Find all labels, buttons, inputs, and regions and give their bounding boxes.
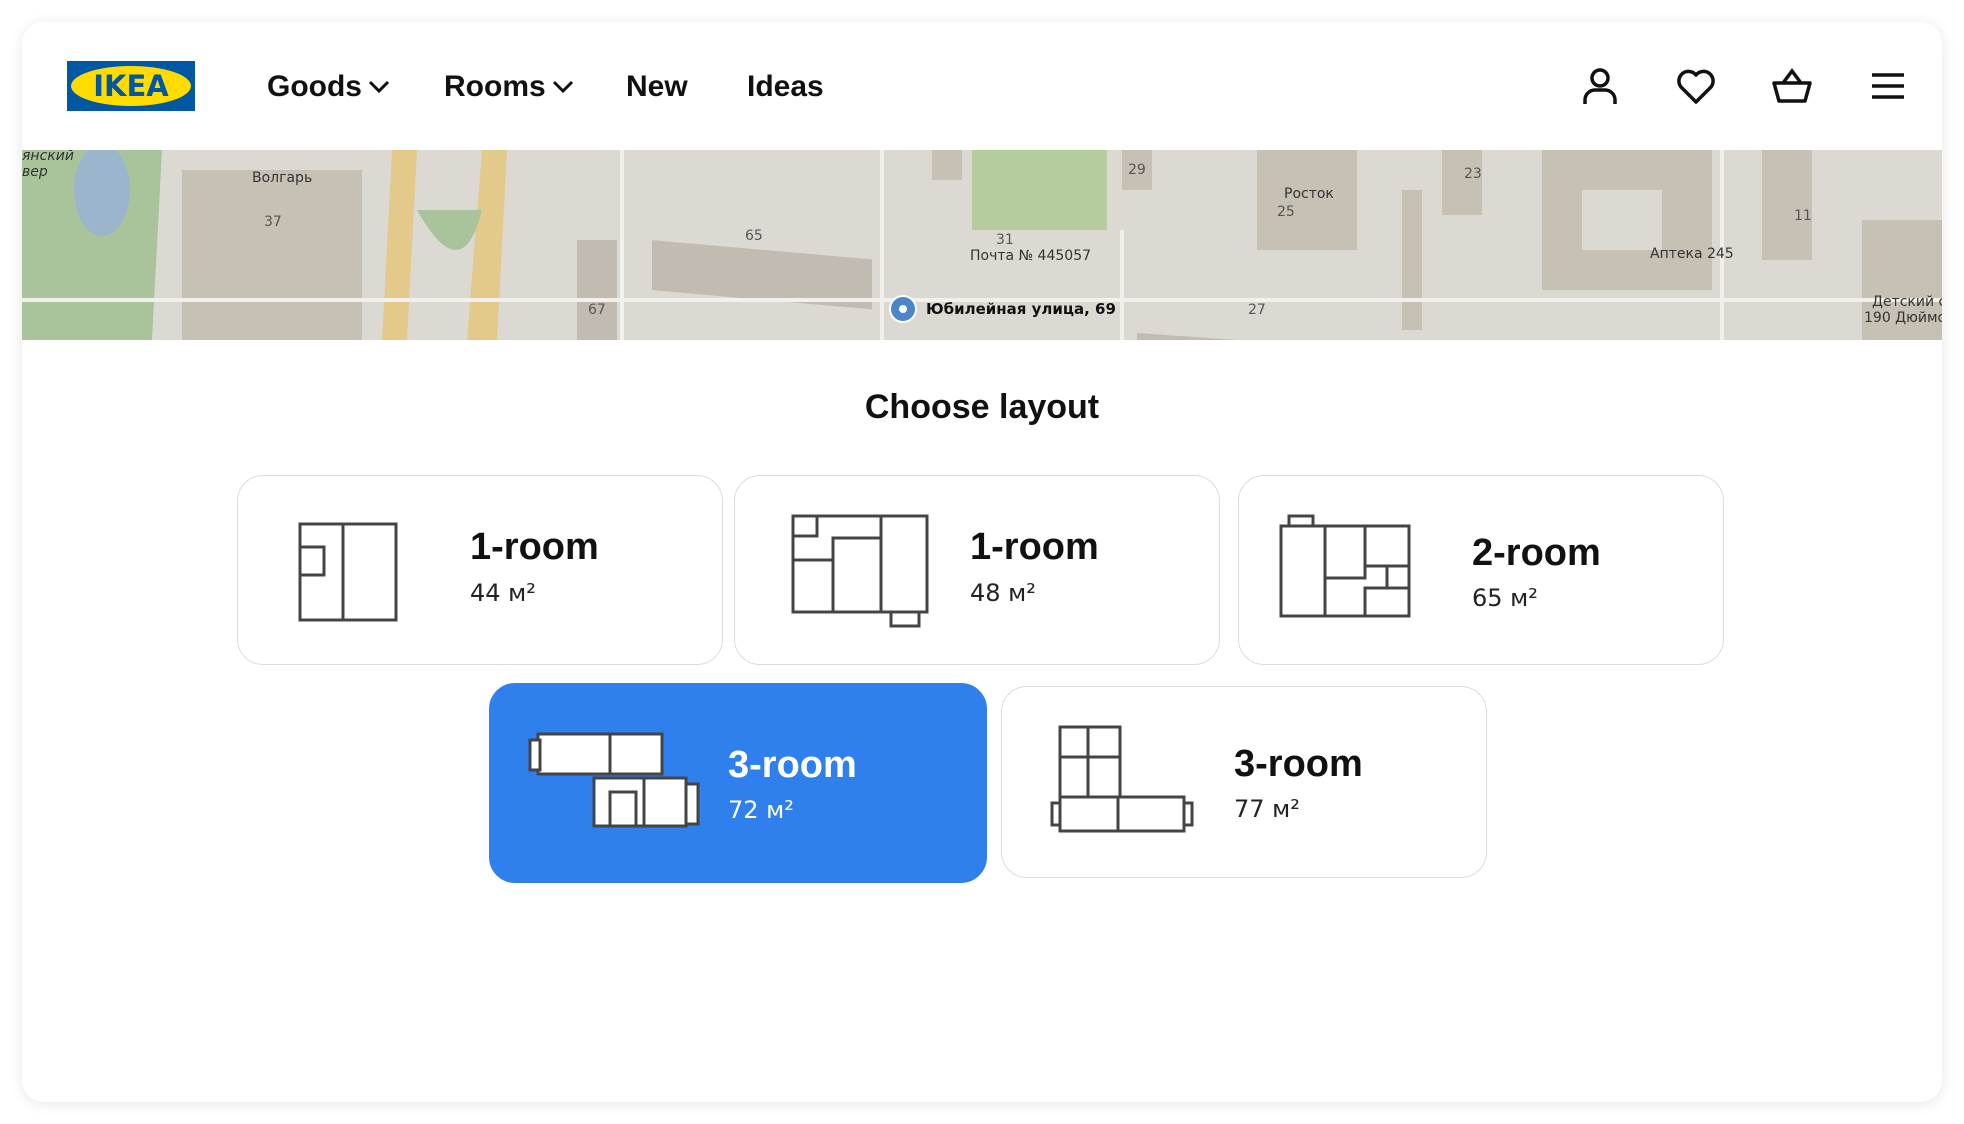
layout-card-3room-72[interactable]: 3-room 72 м²	[489, 683, 987, 883]
layout-name: 3-room	[728, 744, 857, 786]
floor-plan-icon	[528, 732, 700, 828]
map-number: 37	[264, 214, 282, 230]
map-label-rostok: Росток	[1284, 186, 1334, 202]
nav-goods[interactable]: Goods	[267, 70, 390, 104]
map-address-label: Юбилейная улица, 69	[926, 300, 1116, 318]
layout-card-1room-48[interactable]: 1-room 48 м²	[734, 475, 1220, 665]
nav-ideas[interactable]: Ideas	[747, 70, 824, 104]
menu-icon[interactable]	[1870, 66, 1906, 111]
map-number: 25	[1277, 204, 1295, 220]
map-number: 67	[588, 302, 606, 318]
nav-rooms[interactable]: Rooms	[444, 70, 574, 104]
page-title: Choose layout	[864, 388, 1100, 426]
logo-text: IKEA	[93, 69, 169, 103]
nav-rooms-label: Rooms	[444, 70, 546, 103]
user-icon[interactable]	[1580, 66, 1620, 111]
map-label-volgar: Волгарь	[252, 170, 313, 186]
floor-plan-icon	[1279, 514, 1411, 618]
map-label-detsky: Детский с	[1872, 294, 1942, 310]
map-label-apteka: Аптека 245	[1650, 246, 1734, 262]
layout-card-2room-65[interactable]: 2-room 65 м²	[1238, 475, 1724, 665]
floor-plan-icon	[1050, 725, 1194, 833]
map-label-dyumo: 190 Дюймо	[1864, 310, 1942, 326]
map-number: 31	[996, 232, 1014, 248]
top-header: IKEA Goods Rooms New Ideas	[22, 22, 1942, 150]
ikea-logo[interactable]: IKEA	[67, 61, 195, 116]
chevron-down-icon	[552, 80, 573, 94]
layout-name: 1-room	[970, 526, 1099, 568]
layout-name: 3-room	[1234, 743, 1363, 785]
layout-area: 48 м²	[970, 579, 1036, 607]
nav-goods-label: Goods	[267, 70, 362, 103]
layout-area: 65 м²	[1472, 584, 1538, 612]
layout-area: 77 м²	[1234, 795, 1300, 823]
app-window: IKEA Goods Rooms New Ideas янский вер Во…	[22, 22, 1942, 1102]
layout-card-1room-44[interactable]: 1-room 44 м²	[237, 475, 723, 665]
layout-area: 72 м²	[728, 796, 794, 824]
layout-name: 1-room	[470, 526, 599, 568]
layout-area: 44 м²	[470, 579, 536, 607]
nav-new[interactable]: New	[626, 70, 688, 104]
location-pin-icon	[888, 294, 918, 329]
location-map[interactable]: янский вер Волгарь Почта № 445057 Росток…	[22, 150, 1942, 340]
layout-name: 2-room	[1472, 532, 1601, 574]
basket-icon[interactable]	[1770, 66, 1814, 111]
map-number: 27	[1248, 302, 1266, 318]
layout-card-3room-77[interactable]: 3-room 77 м²	[1001, 686, 1487, 878]
map-label-park: янский вер	[22, 150, 74, 180]
map-number: 29	[1128, 162, 1146, 178]
nav-new-label: New	[626, 70, 688, 103]
map-label-post: Почта № 445057	[970, 248, 1092, 264]
floor-plan-icon	[791, 514, 929, 628]
heart-icon[interactable]	[1675, 66, 1717, 111]
chevron-down-icon	[368, 80, 390, 94]
nav-ideas-label: Ideas	[747, 70, 824, 103]
map-number: 23	[1464, 166, 1482, 182]
floor-plan-icon	[298, 522, 398, 622]
map-number: 11	[1794, 208, 1812, 224]
map-number: 65	[745, 228, 763, 244]
